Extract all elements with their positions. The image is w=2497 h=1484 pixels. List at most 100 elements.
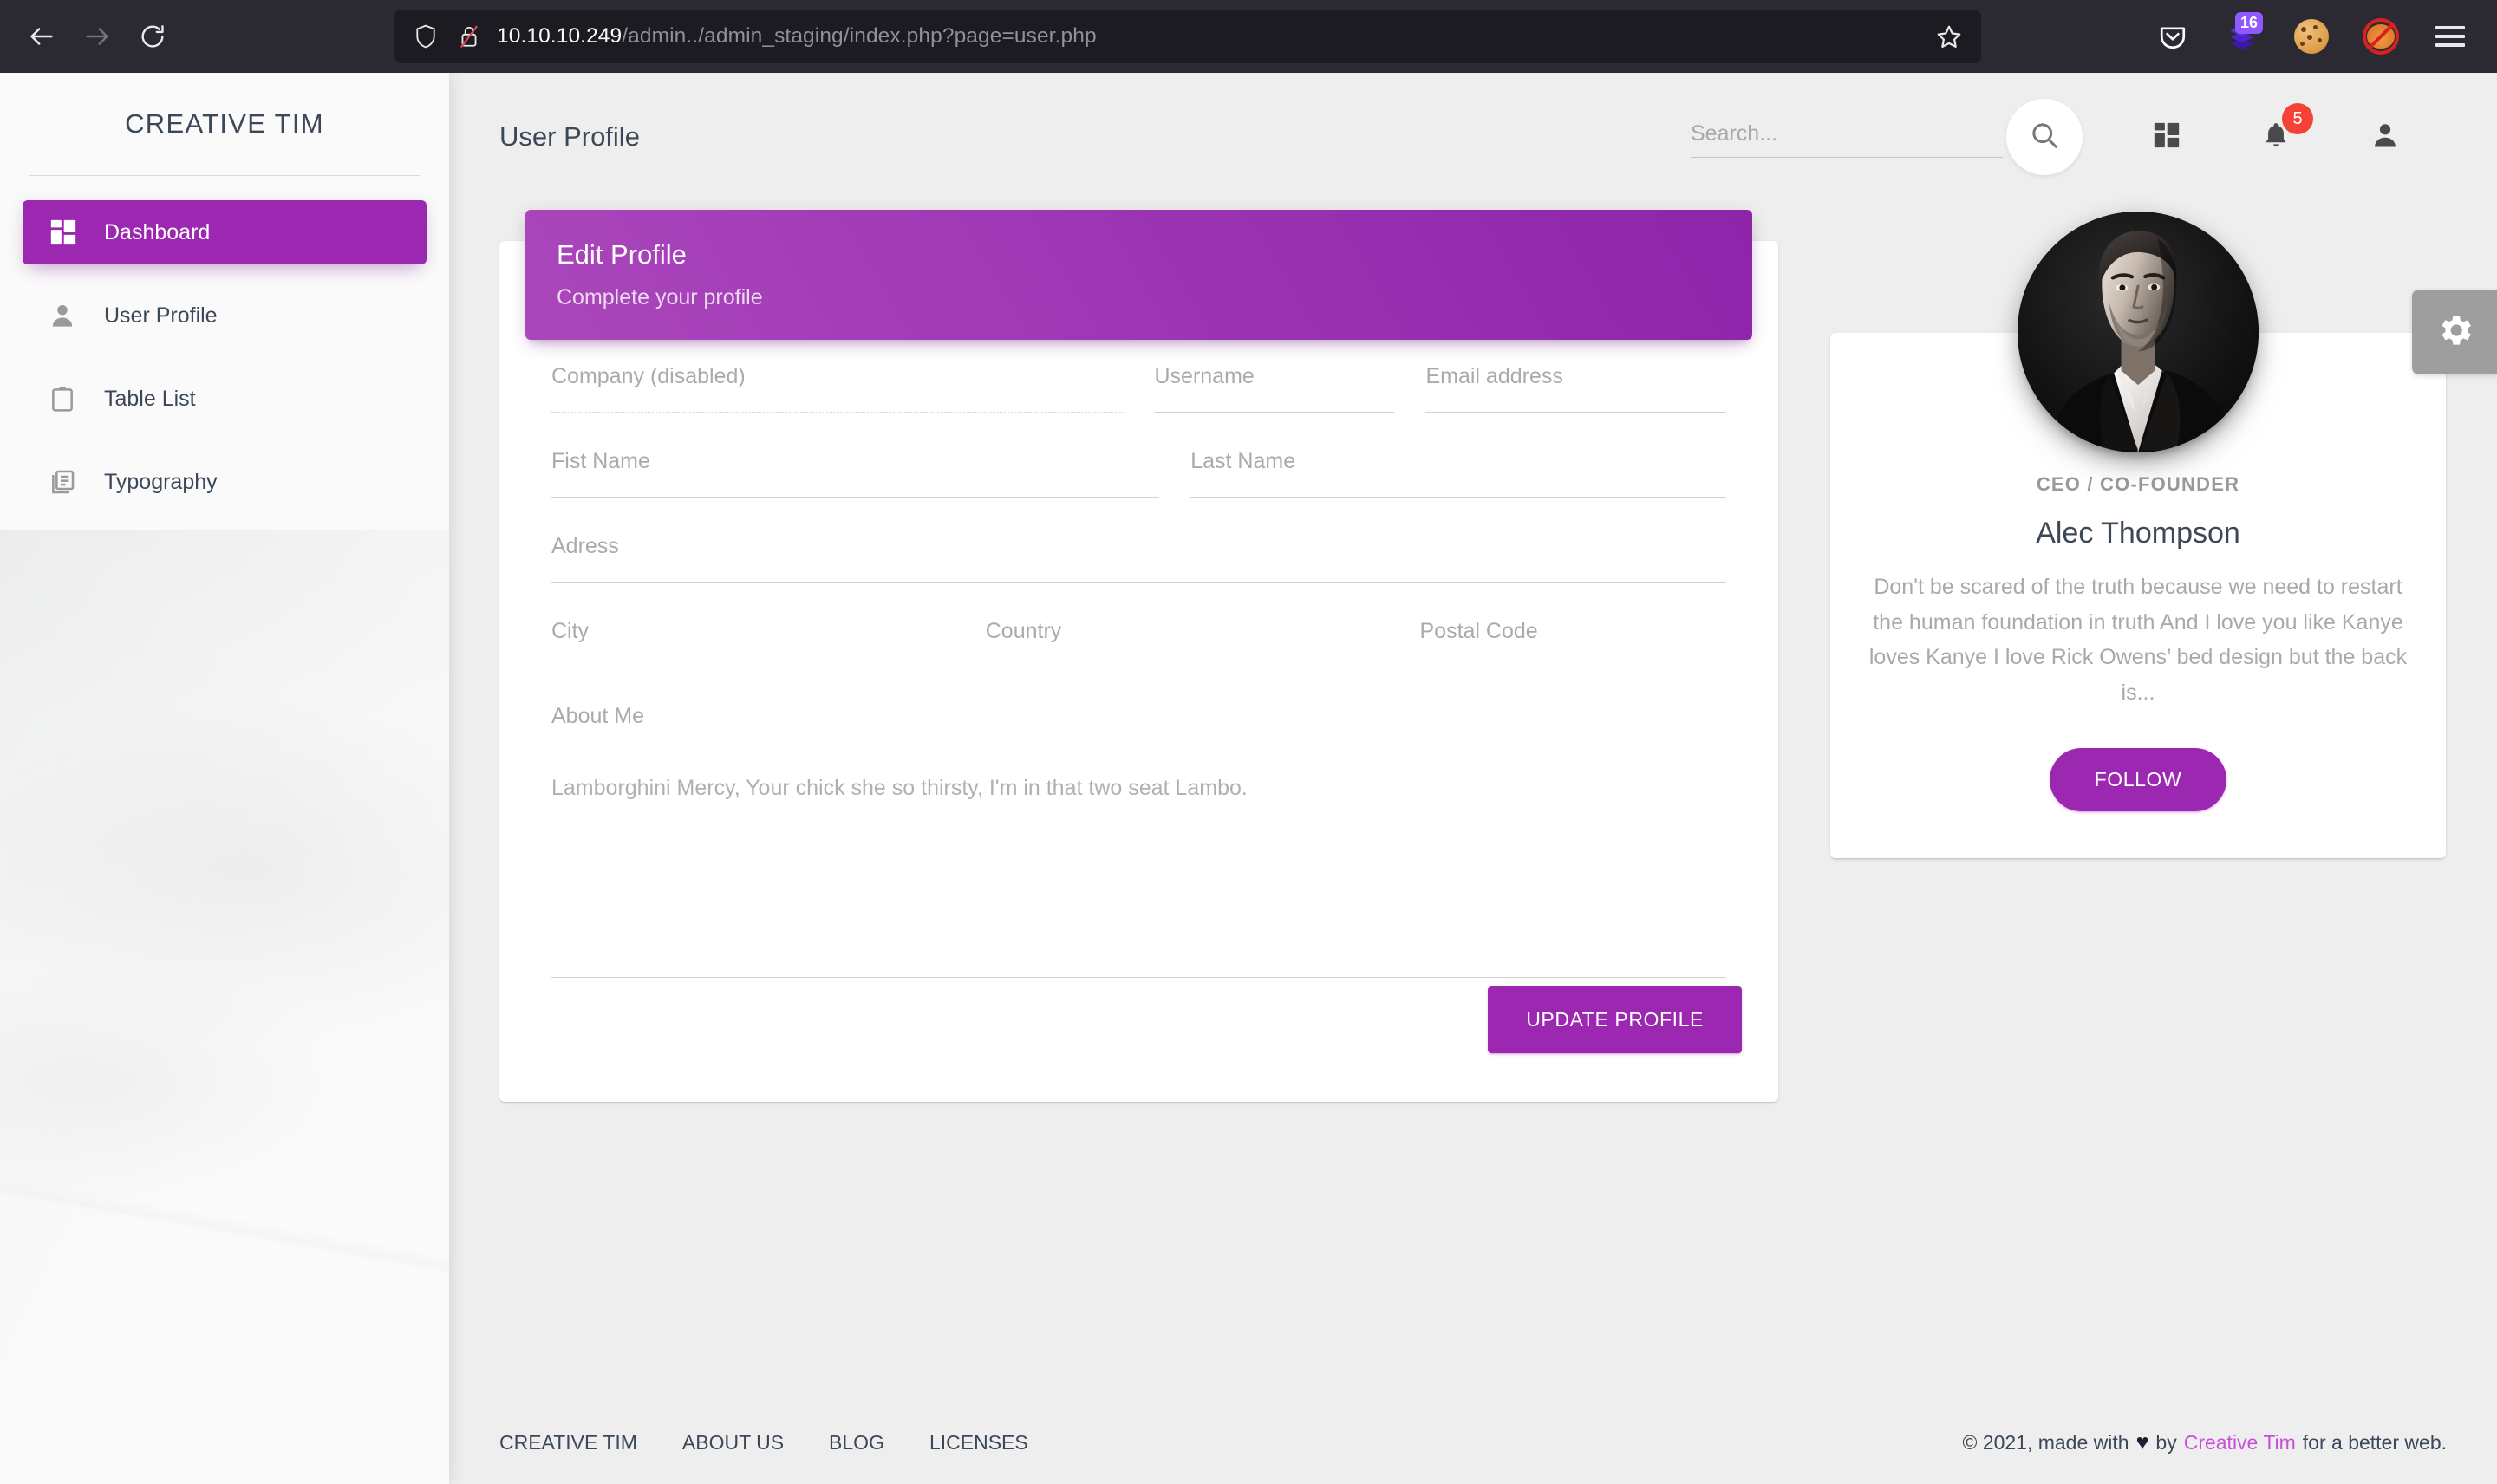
copyright-suffix: for a better web. — [2302, 1430, 2447, 1454]
country-field[interactable]: Country — [970, 619, 1405, 667]
user-avatar-photo — [2018, 212, 2259, 452]
copyright-prefix: © 2021, made with — [1962, 1430, 2129, 1454]
form-row-1: Company (disabled) Username Email addres — [536, 364, 1742, 449]
email-underline — [1425, 412, 1726, 413]
navbar-actions: 5 — [1691, 99, 2440, 175]
star-icon[interactable] — [1929, 16, 1969, 56]
city-label: City — [551, 619, 590, 643]
sidebar-item-user-profile[interactable]: User Profile — [23, 283, 427, 348]
company-field[interactable]: Company (disabled) — [536, 364, 1139, 413]
address-underline — [551, 582, 1726, 583]
sidebar-nav: Dashboard User Profile Table List Typogr… — [0, 200, 449, 514]
sidebar-background-image — [0, 530, 449, 1484]
sidebar-item-label: User Profile — [104, 303, 218, 328]
browser-toolbar: 10.10.10.249/admin../admin_staging/index… — [0, 0, 2497, 73]
copyright-by: by — [2155, 1430, 2177, 1454]
footer-brand-link[interactable]: Creative Tim — [2184, 1431, 2296, 1455]
library-books-icon — [49, 468, 92, 496]
edit-profile-card-header: Edit Profile Complete your profile — [525, 210, 1752, 340]
edit-profile-form: Company (disabled) Username Email addres — [499, 364, 1778, 978]
content-area: Edit Profile Complete your profile Compa… — [449, 201, 2497, 1102]
extension-icon[interactable]: 16 — [2214, 9, 2270, 64]
footer-links: CREATIVE TIM ABOUT US BLOG LICENSES — [499, 1431, 1051, 1455]
settings-panel-toggle[interactable] — [2412, 290, 2497, 374]
footer-link-blog[interactable]: BLOG — [806, 1431, 907, 1455]
username-field[interactable]: Username — [1139, 364, 1411, 413]
person-icon — [49, 302, 92, 329]
sidebar-item-typography[interactable]: Typography — [23, 450, 427, 514]
edit-profile-title: Edit Profile — [557, 239, 687, 270]
hamburger-menu-icon[interactable] — [2422, 9, 2478, 64]
address-label: Adress — [551, 534, 619, 558]
apps-grid-button[interactable] — [2136, 107, 2197, 167]
notifications-button[interactable]: 5 — [2246, 103, 2313, 167]
heart-icon: ♥ — [2135, 1429, 2149, 1455]
pocket-icon[interactable] — [2145, 9, 2200, 64]
first-name-field[interactable]: Fist Name — [536, 449, 1175, 498]
footer-link-about-us[interactable]: ABOUT US — [660, 1431, 806, 1455]
company-label: Company (disabled) — [551, 364, 746, 388]
sidebar-item-dashboard[interactable]: Dashboard — [23, 200, 427, 264]
sidebar-item-label: Dashboard — [104, 219, 211, 244]
insecure-lock-icon[interactable] — [450, 17, 488, 55]
username-label: Username — [1154, 364, 1255, 388]
extension-badge: 16 — [2235, 12, 2264, 34]
url-path: /admin../admin_staging/index.php?page=us… — [622, 24, 1097, 48]
reload-icon[interactable] — [125, 9, 180, 64]
sidebar-item-label: Table List — [104, 386, 196, 411]
browser-nav-buttons — [0, 9, 180, 64]
sidebar-item-label: Typography — [104, 469, 218, 494]
sidebar: CREATIVE TIM Dashboard User Profile Tabl… — [0, 73, 449, 1484]
sidebar-brand[interactable]: CREATIVE TIM — [0, 73, 449, 175]
sidebar-divider — [29, 175, 420, 176]
browser-toolbar-right: 16 — [2138, 0, 2485, 73]
profile-column: CEO / CO-FOUNDER Alec Thompson Don't be … — [1830, 201, 2446, 1102]
footer-link-licenses[interactable]: LICENSES — [907, 1431, 1051, 1455]
account-button[interactable] — [2355, 107, 2416, 167]
city-field[interactable]: City — [536, 619, 970, 667]
form-row-4: City Country Postal Code — [536, 619, 1742, 704]
profile-name: Alec Thompson — [2036, 517, 2240, 550]
address-field[interactable]: Adress — [536, 534, 1742, 583]
about-me-label: About Me — [551, 704, 645, 728]
search-icon — [2029, 120, 2060, 155]
dashboard-icon — [49, 218, 92, 247]
forward-arrow-icon[interactable] — [69, 9, 125, 64]
company-underline — [551, 412, 1124, 413]
last-name-label: Last Name — [1190, 449, 1296, 473]
email-label: Email address — [1425, 364, 1563, 388]
footer-copyright: © 2021, made with ♥ by Creative Tim for … — [1962, 1430, 2447, 1455]
username-underline — [1154, 412, 1395, 413]
back-arrow-icon[interactable] — [14, 9, 69, 64]
url-text[interactable]: 10.10.10.249/admin../admin_staging/index… — [497, 24, 1929, 49]
first-name-label: Fist Name — [551, 449, 650, 473]
footer-link-creative-tim[interactable]: CREATIVE TIM — [499, 1431, 660, 1455]
email-field[interactable]: Email address — [1410, 364, 1742, 413]
top-navbar: User Profile Search... 5 — [449, 73, 2497, 201]
address-bar-icons — [407, 17, 488, 55]
last-name-field[interactable]: Last Name — [1175, 449, 1742, 498]
fox-blocked-icon[interactable] — [2353, 9, 2409, 64]
cookie-icon[interactable] — [2284, 9, 2339, 64]
sidebar-item-table-list[interactable]: Table List — [23, 367, 427, 431]
form-row-2: Fist Name Last Name — [536, 449, 1742, 534]
last-name-underline — [1190, 497, 1726, 498]
main-panel: User Profile Search... 5 Edit Profile Co… — [449, 73, 2497, 1484]
search-button[interactable] — [2006, 99, 2083, 175]
about-me-underline — [551, 976, 1726, 978]
form-row-3: Adress — [536, 534, 1742, 619]
about-me-value[interactable]: Lamborghini Mercy, Your chick she so thi… — [551, 772, 1726, 805]
country-label: Country — [985, 619, 1062, 643]
follow-button[interactable]: FOLLOW — [2049, 748, 2227, 811]
postal-code-label: Postal Code — [1419, 619, 1538, 643]
edit-profile-subtitle: Complete your profile — [557, 285, 763, 309]
about-me-field[interactable]: About Me Lamborghini Mercy, Your chick s… — [536, 704, 1742, 978]
page-title: User Profile — [499, 121, 640, 152]
address-bar[interactable]: 10.10.10.249/admin../admin_staging/index… — [394, 10, 1981, 63]
dashboard-grid-icon — [2152, 120, 2181, 154]
update-profile-button[interactable]: UPDATE PROFILE — [1488, 986, 1742, 1053]
shield-icon[interactable] — [407, 17, 445, 55]
postal-code-field[interactable]: Postal Code — [1405, 619, 1742, 667]
search-input[interactable] — [1691, 116, 2003, 158]
url-host: 10.10.10.249 — [497, 24, 623, 48]
